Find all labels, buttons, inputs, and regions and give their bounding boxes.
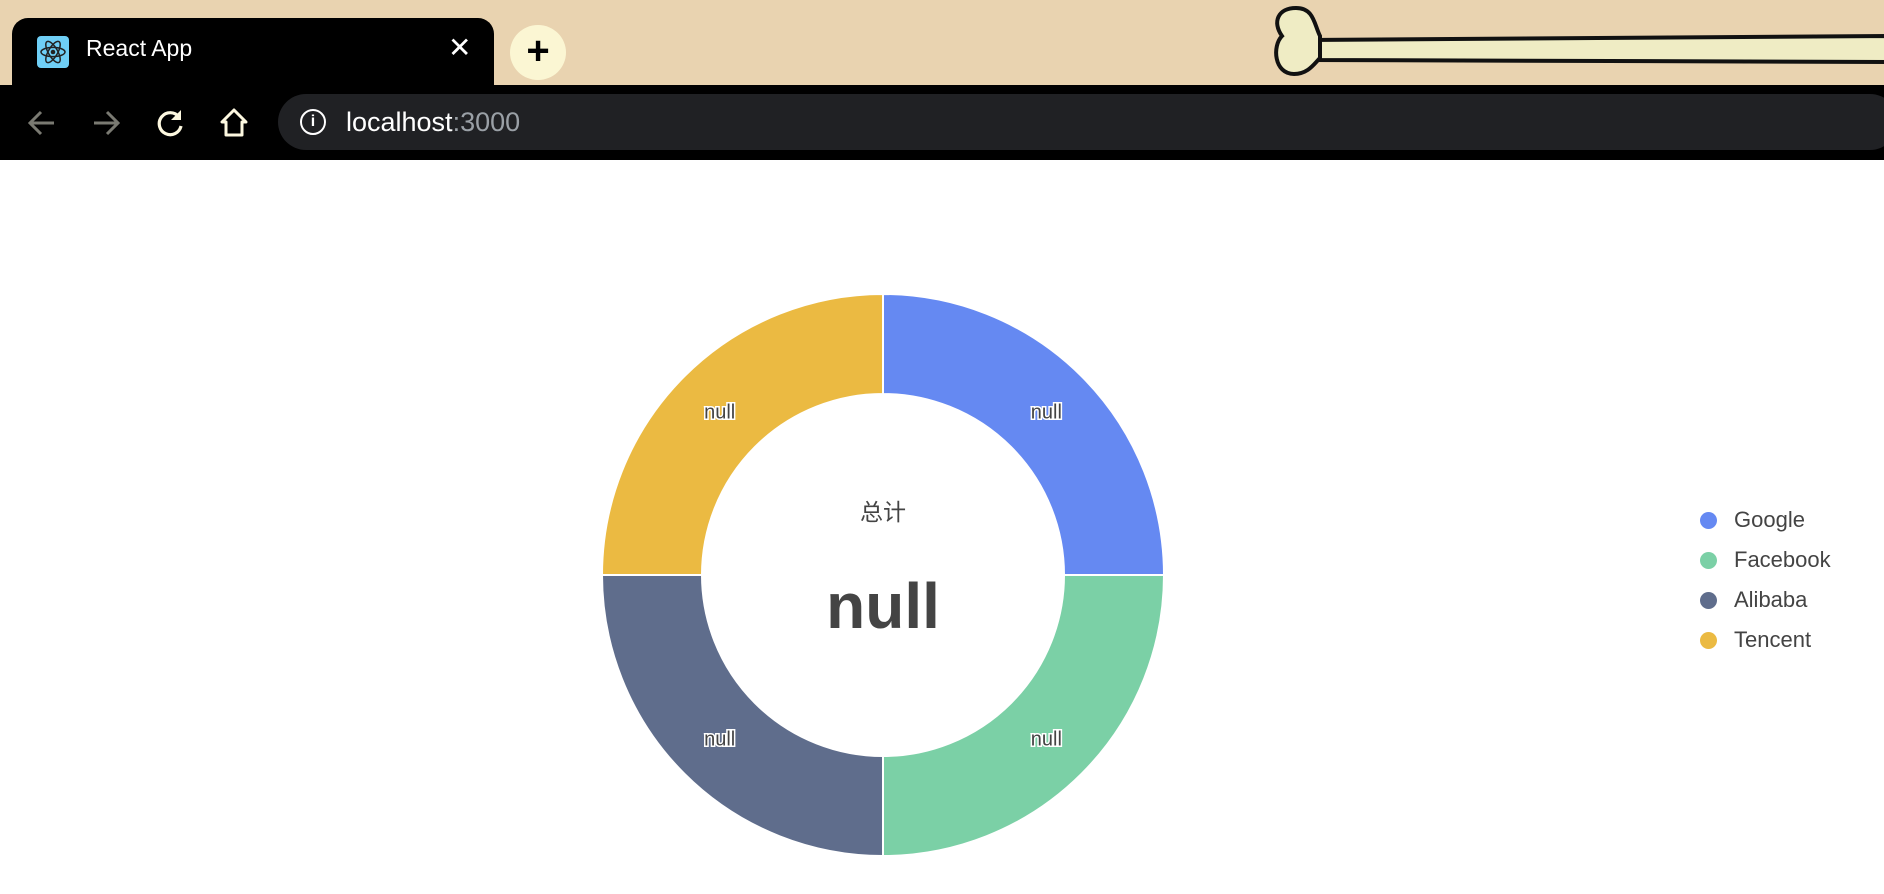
back-arrow-icon[interactable] — [22, 103, 62, 143]
legend-dot-icon — [1700, 511, 1717, 529]
legend-label: Facebook — [1734, 547, 1831, 572]
browser-tab[interactable]: React App ✕ — [12, 18, 494, 85]
tab-strip: React App ✕ + — [0, 0, 1884, 85]
legend-label: Alibaba — [1734, 587, 1808, 612]
address-bar[interactable]: i localhost:3000 — [278, 94, 1884, 150]
bone-decoration-icon — [1274, 5, 1884, 77]
legend-label: Tencent — [1734, 627, 1812, 652]
slice-label: null — [1031, 402, 1062, 424]
slice-label: null — [704, 728, 735, 750]
slice-tencent[interactable] — [600, 292, 884, 576]
legend-item-alibaba[interactable]: Alibaba — [1700, 580, 1831, 620]
donut-chart: null null null null 总计 null — [600, 292, 1166, 858]
center-value: null — [826, 570, 940, 642]
new-tab-button[interactable]: + — [510, 25, 566, 80]
browser-toolbar: i localhost:3000 — [0, 85, 1884, 160]
reload-icon[interactable] — [150, 103, 190, 143]
tab-title: React App — [86, 35, 193, 61]
legend-dot-icon — [1700, 551, 1717, 569]
slice-label: null — [704, 402, 735, 424]
slice-label: null — [1031, 728, 1062, 750]
legend: Google Facebook Alibaba Tencent — [1700, 500, 1831, 660]
center-title: 总计 — [860, 499, 906, 525]
url-text[interactable]: localhost:3000 — [346, 107, 520, 138]
legend-dot-icon — [1700, 591, 1717, 609]
home-icon[interactable] — [214, 103, 254, 143]
legend-dot-icon — [1700, 631, 1717, 649]
slice-google[interactable] — [882, 292, 1166, 576]
legend-item-tencent[interactable]: Tencent — [1700, 620, 1831, 660]
url-host: localhost — [346, 107, 453, 137]
legend-label: Google — [1734, 507, 1805, 532]
tab-close-icon[interactable]: ✕ — [448, 32, 471, 64]
legend-item-facebook[interactable]: Facebook — [1700, 540, 1831, 580]
url-port: :3000 — [452, 107, 521, 137]
site-info-icon[interactable]: i — [300, 109, 326, 135]
react-favicon-icon — [37, 36, 69, 68]
legend-item-google[interactable]: Google — [1700, 500, 1831, 540]
forward-arrow-icon[interactable] — [86, 103, 126, 143]
